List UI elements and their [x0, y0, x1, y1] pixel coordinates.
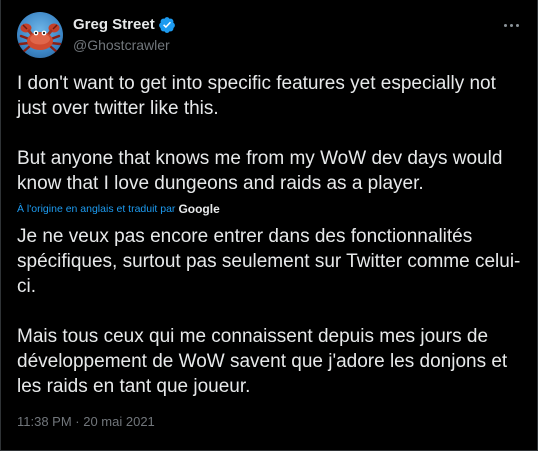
verified-badge-icon: [158, 16, 176, 34]
google-logo: Google: [178, 202, 220, 216]
tweet-translated-text: Je ne veux pas encore entrer dans des fo…: [17, 226, 521, 397]
tweet-header: Greg Street @Ghostcrawler: [17, 12, 525, 60]
more-options-icon[interactable]: [497, 14, 525, 36]
author-handle[interactable]: @Ghostcrawler: [73, 35, 176, 55]
tweet-original-text: I don't want to get into specific featur…: [17, 73, 503, 194]
author-display-name[interactable]: Greg Street: [73, 15, 155, 34]
tweet-timestamp[interactable]: 11:38 PM · 20 mai 2021: [17, 413, 155, 431]
author-names: Greg Street @Ghostcrawler: [73, 15, 176, 55]
translation-label[interactable]: À l'origine en anglais et traduit par: [17, 201, 175, 217]
crab-avatar-icon[interactable]: [17, 12, 63, 58]
tweet-card: Greg Street @Ghostcrawler I don't want t…: [0, 0, 538, 451]
display-name-row: Greg Street: [73, 15, 176, 34]
translation-attribution: À l'origine en anglais et traduit par Go…: [17, 201, 220, 217]
